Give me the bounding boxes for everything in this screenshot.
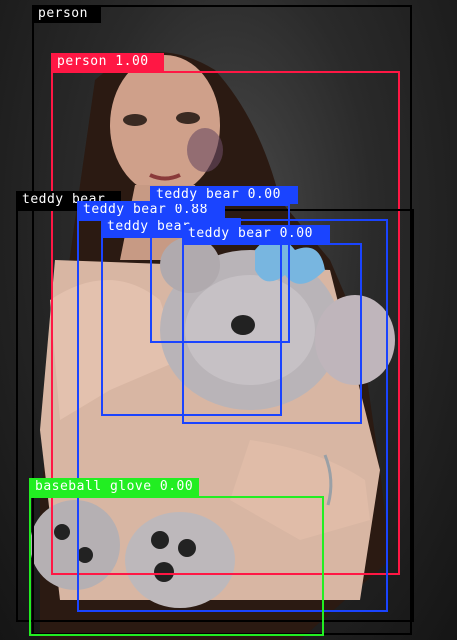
detection-box-baseball-glove	[29, 496, 324, 636]
detection-box-teddy-bear-4	[182, 243, 362, 424]
detection-label-teddy-bear-4: teddy bear 0.00	[182, 225, 330, 243]
detection-label-baseball-glove: baseball glove 0.00	[29, 478, 199, 496]
detection-label-person: person	[32, 5, 101, 23]
detection-label-person-1: person 1.00	[51, 53, 164, 71]
detection-label-teddy-bear-1: teddy bear 0.00	[150, 186, 298, 204]
